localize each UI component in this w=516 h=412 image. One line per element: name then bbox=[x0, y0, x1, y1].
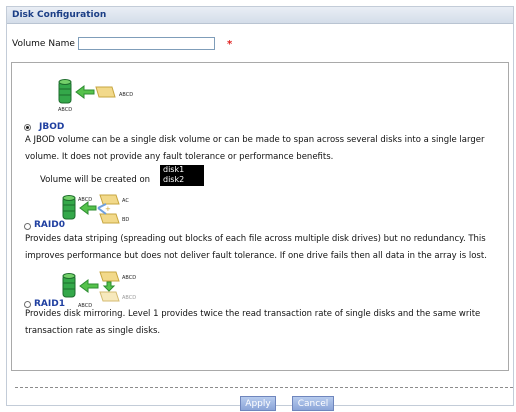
svg-text:+: + bbox=[105, 205, 111, 213]
jbod-icon-label-target: ABCD bbox=[119, 92, 133, 98]
option-name-jbod: JBOD bbox=[39, 122, 65, 132]
raid0-icon-label-ac: AC bbox=[122, 198, 129, 204]
cancel-button[interactable]: Cancel bbox=[292, 396, 334, 411]
desc-raid1: Provides disk mirroring. Level 1 provide… bbox=[25, 309, 481, 336]
raid0-diagram-icon: + AC BD ABCD bbox=[62, 193, 162, 232]
disk-configuration-panel: Disk Configuration Volume Name * ABCD AB… bbox=[6, 6, 514, 411]
raid-options-box: ABCD ABCD JBOD A JBOD volume can be a si… bbox=[11, 62, 509, 371]
disk-list-item[interactable]: disk1 bbox=[163, 165, 201, 175]
raid0-icon-label-bd: BD bbox=[122, 217, 129, 223]
radio-jbod[interactable] bbox=[24, 124, 31, 131]
required-indicator: * bbox=[227, 39, 233, 50]
panel-title: Disk Configuration bbox=[7, 7, 513, 24]
radio-raid0[interactable] bbox=[24, 223, 31, 230]
jbod-created-on-label: Volume will be created on bbox=[40, 175, 151, 185]
option-name-raid0: RAID0 bbox=[34, 220, 65, 230]
disk-select-list[interactable]: disk1 disk2 bbox=[160, 165, 204, 186]
jbod-icon-label-source: ABCD bbox=[58, 107, 72, 113]
footer-divider bbox=[15, 387, 513, 388]
jbod-diagram-icon: ABCD ABCD bbox=[58, 77, 148, 116]
raid0-icon-label-source: ABCD bbox=[78, 197, 92, 203]
apply-button[interactable]: Apply bbox=[240, 396, 276, 411]
desc-raid0: Provides data striping (spreading out bl… bbox=[25, 234, 487, 261]
disk-list-item[interactable]: disk2 bbox=[163, 175, 201, 185]
raid1-icon-label-primary: ABCD bbox=[122, 275, 136, 281]
raid1-icon-label-mirror: ABCD bbox=[122, 295, 136, 301]
volume-name-input[interactable] bbox=[78, 37, 215, 50]
volume-name-label: Volume Name bbox=[12, 39, 75, 49]
desc-jbod: A JBOD volume can be a single disk volum… bbox=[25, 135, 485, 162]
